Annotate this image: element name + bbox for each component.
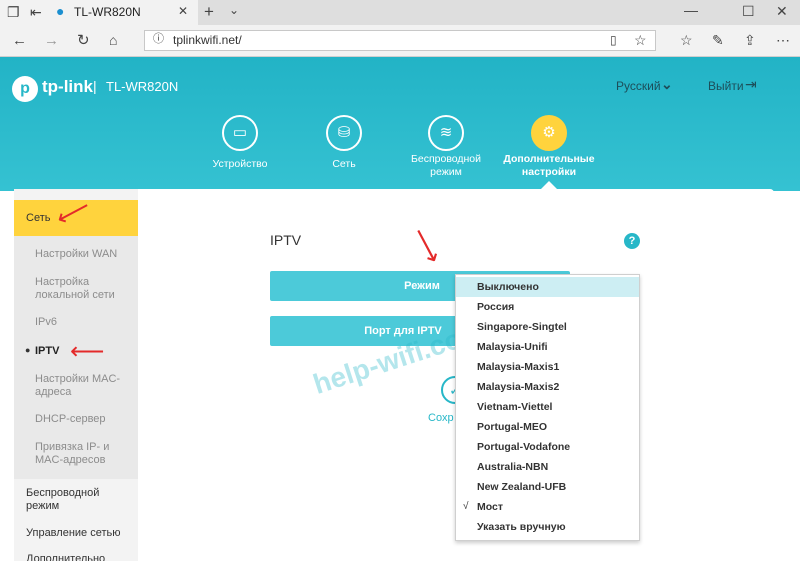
annotation-arrow: ⟵	[70, 338, 105, 365]
nav-network[interactable]: Сеть	[300, 158, 388, 171]
tab-title: TL-WR820N	[74, 5, 141, 19]
sidebar-item-dhcp[interactable]: DHCP-сервер	[35, 413, 106, 426]
chevron-down-icon[interactable]: ⌄	[229, 4, 239, 16]
sidebar-item-ipv6[interactable]: IPv6	[35, 316, 57, 329]
nav-advanced[interactable]: Дополнительные настройки	[496, 153, 602, 179]
nav-label: Дополнительные	[503, 153, 595, 165]
tplink-logo-icon: p	[12, 76, 38, 102]
sidebar-item-extra[interactable]: Дополнительно	[26, 553, 105, 561]
forward-icon[interactable]: →	[44, 33, 59, 48]
tab-actions-icon[interactable]: ❐	[7, 5, 20, 19]
page-title: IPTV	[270, 232, 302, 248]
sidebar-item-ip-mac-binding[interactable]: Привязка IP- и MAC-адресов	[35, 441, 109, 467]
sidebar-label: MAC-адресов	[35, 454, 106, 466]
logout-icon[interactable]: ⇥	[745, 77, 757, 91]
dropdown-option[interactable]: New Zealand-UFB	[456, 477, 639, 497]
network-icon[interactable]: ⛁	[326, 115, 362, 151]
dropdown-option[interactable]: Portugal-MEO	[456, 417, 639, 437]
sidebar-label: Настройки MAC-	[35, 373, 121, 385]
sidebar-label: локальной сети	[35, 289, 115, 301]
checkmark-icon: √	[463, 501, 469, 512]
sidebar-label: адреса	[35, 386, 72, 398]
active-tab-notch	[540, 181, 558, 190]
nav-device[interactable]: Устройство	[196, 158, 284, 171]
nav-label: режим	[430, 166, 462, 178]
dropdown-option[interactable]: Malaysia-Maxis2	[456, 377, 639, 397]
sidebar-label: режим	[26, 500, 60, 512]
sidebar-label: Привязка IP- и	[35, 441, 110, 453]
reading-view-icon[interactable]: ▯	[610, 34, 617, 46]
mode-label: Режим	[404, 280, 440, 292]
dropdown-option[interactable]: Выключено	[456, 277, 639, 297]
refresh-icon[interactable]: ↻	[77, 33, 90, 48]
dropdown-option[interactable]: Россия	[456, 297, 639, 317]
device-icon[interactable]: ▭	[222, 115, 258, 151]
sidebar-item-lan[interactable]: Настройка локальной сети	[35, 276, 115, 302]
tab-back-icon[interactable]: ⇤	[30, 5, 42, 19]
share-icon[interactable]: ⇪	[744, 33, 756, 47]
advanced-settings-icon[interactable]: ⚙	[531, 115, 567, 151]
dropdown-option[interactable]: Malaysia-Maxis1	[456, 357, 639, 377]
sidebar-label: Беспроводной	[26, 487, 100, 499]
home-icon[interactable]: ⌂	[109, 33, 117, 47]
nav-label: Устройство	[212, 158, 268, 170]
favorite-star-icon[interactable]: ☆	[634, 33, 647, 47]
info-icon[interactable]: ⓘ	[153, 34, 164, 45]
dropdown-option[interactable]: Vietnam-Viettel	[456, 397, 639, 417]
sidebar-item-network-management[interactable]: Управление сетью	[26, 527, 120, 540]
nav-wireless[interactable]: Беспроводной режим	[400, 153, 492, 179]
nav-label: настройки	[521, 166, 577, 178]
dropdown-option[interactable]: Singapore-Singtel	[456, 317, 639, 337]
sidebar-item-mac[interactable]: Настройки MAC- адреса	[35, 373, 120, 399]
sidebar-item-iptv[interactable]: IPTV	[35, 345, 59, 357]
sidebar-item-wireless[interactable]: Беспроводной режим	[26, 487, 99, 513]
logout-link[interactable]: Выйти	[708, 79, 744, 93]
nav-label: Беспроводной	[410, 153, 482, 165]
sidebar-label: Настройка	[35, 276, 90, 288]
tplink-logo: tp-link	[42, 77, 93, 96]
pen-icon[interactable]: ✎	[712, 33, 724, 47]
new-tab-icon[interactable]: +	[204, 3, 214, 20]
favorites-icon[interactable]: ☆	[680, 33, 693, 47]
more-icon[interactable]: ⋯	[776, 33, 790, 47]
language-selector[interactable]: Русский	[616, 79, 661, 93]
wifi-icon[interactable]: ≋	[428, 115, 464, 151]
back-icon[interactable]: ←	[12, 33, 27, 48]
sidebar-item-network-label: Сеть	[26, 212, 51, 224]
save-label[interactable]: Сохр	[428, 412, 454, 424]
dropdown-option[interactable]: Указать вручную	[456, 517, 639, 537]
dropdown-option[interactable]: Malaysia-Unifi	[456, 337, 639, 357]
nav-label: Сеть	[332, 158, 356, 170]
minimize-icon[interactable]: —	[684, 3, 698, 17]
dropdown-option[interactable]: Мост	[456, 497, 639, 517]
dropdown-option[interactable]: Portugal-Vodafone	[456, 437, 639, 457]
dropdown-option[interactable]: Australia-NBN	[456, 457, 639, 477]
close-tab-icon[interactable]: ✕	[178, 5, 188, 17]
sidebar-item-wan[interactable]: Настройки WAN	[35, 248, 117, 261]
maximize-icon[interactable]: ☐	[742, 4, 755, 18]
selected-bullet-icon: ●	[25, 345, 31, 355]
chevron-down-icon[interactable]: ⌄	[661, 77, 673, 91]
logo-divider: |	[93, 78, 97, 94]
model-name: TL-WR820N	[106, 79, 179, 94]
tplink-favicon-icon: ●	[56, 3, 65, 19]
mode-dropdown-list[interactable]: Выключено Россия Singapore-Singtel Malay…	[455, 274, 640, 541]
close-window-icon[interactable]: ✕	[776, 4, 788, 18]
help-icon[interactable]: ?	[624, 233, 640, 249]
url-text[interactable]: tplinkwifi.net/	[173, 33, 242, 47]
